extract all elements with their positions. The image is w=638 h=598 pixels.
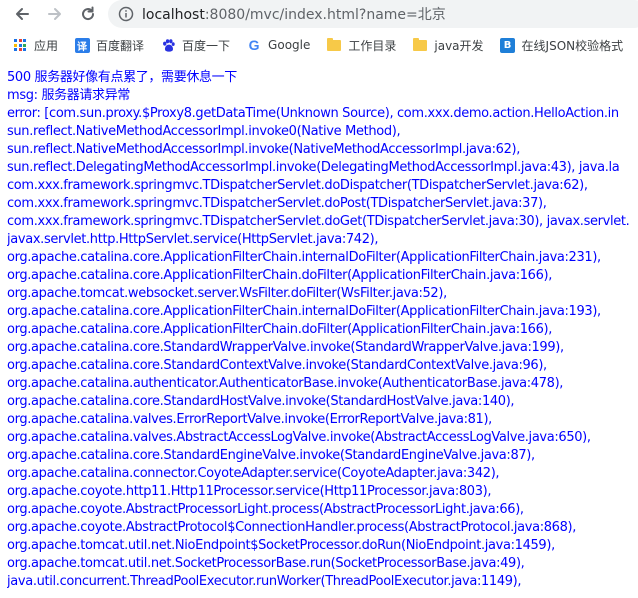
stack-trace-line: org.apache.catalina.authenticator.Authen… [7, 376, 564, 391]
forward-button[interactable] [44, 3, 66, 25]
stack-trace-line: org.apache.catalina.core.ApplicationFilt… [7, 268, 552, 283]
reload-icon [82, 6, 95, 21]
bookmark-label: 工作目录 [348, 38, 397, 53]
baidu-fanyi-icon: 译 [74, 37, 90, 53]
error-page-content: 500 服务器好像有点累了，需要休息一下 msg: 服务器请求异常 error: [… [7, 69, 638, 591]
stack-trace-line: error: [com.sun.proxy.$Proxy8.getDataTim… [7, 106, 619, 121]
stack-trace-line: org.apache.catalina.core.StandardContext… [7, 358, 547, 373]
bookmark-label: 百度翻译 [96, 38, 145, 53]
stack-trace-line: org.apache.coyote.http11.Http11Processor… [7, 484, 492, 499]
stack-trace-line: sun.reflect.NativeMethodAccessorImpl.inv… [7, 142, 520, 157]
stack-trace-line: org.apache.tomcat.util.net.NioEndpoint$S… [7, 538, 555, 553]
url-text: localhost:8080/mvc/index.html?name=北京 [142, 4, 446, 24]
stack-trace-line: sun.reflect.NativeMethodAccessorImpl.inv… [7, 124, 401, 139]
bookmark-label: 百度一下 [182, 38, 231, 53]
bookmark-label: java开发 [434, 38, 484, 53]
folder-icon [412, 37, 428, 53]
bookmark-folder-java[interactable]: java开发 [412, 37, 484, 54]
stack-trace-line: org.apache.tomcat.websocket.server.WsFil… [7, 286, 447, 301]
arrow-left-icon [16, 8, 29, 20]
browser-toolbar: localhost:8080/mvc/index.html?name=北京 [0, 0, 638, 28]
stack-trace-line: sun.reflect.DelegatingMethodAccessorImpl… [7, 160, 620, 175]
error-message: msg: 服务器请求异常 [7, 88, 131, 103]
url-path: :8080/mvc/index.html?name=北京 [204, 7, 446, 23]
baidu-paw-icon [160, 37, 176, 53]
site-info-icon[interactable] [118, 6, 134, 22]
bookmark-apps[interactable]: 应用 [12, 37, 58, 54]
stack-trace-line: org.apache.catalina.core.StandardEngineV… [7, 448, 535, 463]
stack-trace-line: org.apache.coyote.AbstractProtocol$Conne… [7, 520, 576, 535]
bookmark-label: 在线JSON校验格式 [521, 38, 624, 53]
address-bar[interactable]: localhost:8080/mvc/index.html?name=北京 [108, 0, 638, 28]
bookmarks-bar: 应用 译 百度翻译 百度一下 G Google 工作目录 java开发 B 在线… [0, 32, 638, 58]
stack-trace-line: org.apache.catalina.core.ApplicationFilt… [7, 322, 552, 337]
stack-trace-line: java.util.concurrent.ThreadPoolExecutor.… [7, 574, 522, 589]
stack-trace-line: com.xxx.framework.springmvc.TDispatcherS… [7, 214, 630, 229]
stack-trace-line: org.apache.catalina.connector.CoyoteAdap… [7, 466, 500, 481]
stack-trace-line: com.xxx.framework.springmvc.TDispatcherS… [7, 196, 547, 211]
stack-trace-line: com.xxx.framework.springmvc.TDispatcherS… [7, 178, 588, 193]
google-icon: G [248, 37, 260, 53]
reload-button[interactable] [77, 3, 99, 25]
error-heading: 500 服务器好像有点累了，需要休息一下 [7, 70, 237, 85]
json-tool-icon: B [500, 37, 516, 53]
bookmark-baidu-fanyi[interactable]: 译 百度翻译 [74, 37, 144, 54]
arrow-right-icon [48, 8, 61, 20]
bookmark-json-tool[interactable]: B 在线JSON校验格式 [500, 37, 624, 54]
stack-trace-line: org.apache.catalina.core.StandardHostVal… [7, 394, 515, 409]
bookmark-folder-work[interactable]: 工作目录 [326, 37, 396, 54]
stack-trace-line: org.apache.catalina.core.StandardWrapper… [7, 340, 564, 355]
apps-grid-icon [12, 37, 28, 53]
bookmark-google[interactable]: G Google [246, 37, 311, 53]
folder-icon [326, 37, 342, 53]
stack-trace-line: org.apache.catalina.core.ApplicationFilt… [7, 250, 601, 265]
stack-trace-line: org.apache.catalina.valves.AbstractAcces… [7, 430, 591, 445]
stack-trace-line: org.apache.tomcat.util.net.SocketProcess… [7, 556, 525, 571]
stack-trace-line: org.apache.catalina.valves.ErrorReportVa… [7, 412, 492, 427]
back-button[interactable] [11, 3, 33, 25]
url-host: localhost [142, 7, 205, 23]
stack-trace-line: javax.servlet.http.HttpServlet.service(H… [7, 232, 379, 247]
bookmark-baidu[interactable]: 百度一下 [160, 37, 230, 54]
bookmark-label: 应用 [34, 38, 59, 53]
stack-trace-line: org.apache.catalina.core.ApplicationFilt… [7, 304, 601, 319]
bookmark-label: Google [268, 38, 311, 52]
stack-trace-line: org.apache.coyote.AbstractProcessorLight… [7, 502, 524, 517]
